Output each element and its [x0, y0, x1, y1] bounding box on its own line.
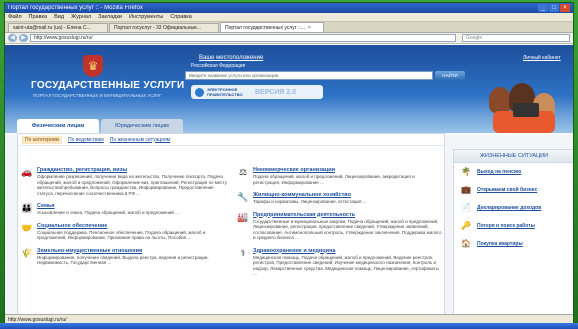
house-icon: 🏠 [461, 239, 471, 248]
service-description: Оформление разрешений, получение вида на… [37, 174, 228, 196]
scales-icon: ⚖ [238, 167, 248, 177]
menu-tools[interactable]: Инструменты [129, 14, 163, 20]
browser-tab-strip: saint-uta@mail.ru (ua) - Елена С... Порт… [5, 22, 573, 33]
minimize-button[interactable]: _ [538, 4, 548, 12]
service-item[interactable]: 👪 Семья Усыновление и опека, Подача обра… [21, 203, 227, 216]
life-situation-item[interactable]: 🏠 Покупка квартиры [454, 235, 573, 253]
service-item[interactable]: 🤝 Социальное обеспечение Социальная подд… [21, 223, 227, 241]
service-item[interactable]: ⚕ Здравоохранение и медицина Медицинская… [237, 248, 443, 277]
menu-bookmarks[interactable]: Закладки [98, 14, 122, 20]
family-photo [483, 81, 569, 137]
menu-file[interactable]: Файл [8, 14, 22, 20]
service-title[interactable]: Жилищно-коммунальное хозяйство [253, 192, 443, 198]
life-situation-label[interactable]: Потеря и поиск работы [477, 223, 535, 229]
handshake-icon: 🤝 [21, 222, 33, 233]
menu-edit[interactable]: Правка [29, 14, 48, 20]
car-icon: 🚗 [21, 167, 33, 177]
navigation-bar: ◀ ▶ http://www.gosuslugi.ru/ru/ Google [5, 33, 573, 44]
portal-title[interactable]: ГОСУДАРСТВЕННЫЕ УСЛУГИ [31, 80, 184, 91]
service-title[interactable]: Земельно-имущественные отношения [37, 248, 227, 254]
address-bar[interactable]: http://www.gosuslugi.ru/ru/ [30, 34, 456, 42]
service-item[interactable]: 🔧 Жилищно-коммунальное хозяйство Тарифы … [237, 192, 443, 205]
service-search-input[interactable]: Введите название услуги или организации [185, 71, 433, 80]
title-bar: Портал государственных услуг :: - Mozill… [5, 3, 573, 13]
personal-cabinet-link[interactable]: Личный кабинет [523, 55, 561, 61]
service-description: Подача обращений, жалоб и предложений, Л… [253, 174, 415, 185]
key-icon: 🔑 [461, 221, 471, 230]
egov-logo-icon [195, 87, 204, 97]
search-button[interactable]: НАЙТИ [435, 71, 465, 80]
family-icon: 👪 [21, 203, 33, 213]
close-button[interactable]: × [560, 4, 570, 12]
service-title[interactable]: Семья [37, 203, 227, 209]
coat-of-arms-icon: ♛ [83, 55, 103, 77]
location-value: Российская Федерация [191, 63, 246, 69]
service-title[interactable]: Здравоохранение и медицина [253, 248, 443, 254]
browser-tab-portal-forum[interactable]: Портал госуслуг - 33 Официальные... [109, 23, 219, 32]
services-left-column: 🚗 Гражданство, регистрация, визы Оформле… [21, 167, 227, 273]
wrench-icon: 🔧 [237, 192, 249, 202]
life-situation-label[interactable]: Покупка квартиры [477, 241, 523, 247]
tab-by-life-situation[interactable]: По жизненным ситуациям [110, 137, 170, 143]
medical-icon: ⚕ [240, 247, 246, 258]
service-description: Социальная поддержка, Пенсионное обеспеч… [37, 229, 206, 241]
menu-history[interactable]: Журнал [71, 14, 91, 20]
back-button[interactable]: ◀ [8, 34, 17, 42]
life-situation-item[interactable]: 🔑 Потеря и поиск работы [454, 217, 573, 235]
service-title[interactable]: Социальное обеспечение [37, 223, 227, 229]
service-item[interactable]: 🏭 Предпринимательская деятельность Госуд… [237, 212, 443, 241]
tab-by-category[interactable]: По категориям [22, 135, 62, 144]
portal-subtitle: ПОРТАЛ ГОСУДАРСТВЕННЫХ И МУНИЦИПАЛЬНЫХ У… [33, 93, 162, 98]
service-item[interactable]: ⚖ Некоммерческие организации Подача обра… [237, 167, 443, 185]
tab-by-department[interactable]: По ведомствам [68, 137, 104, 143]
service-description: Усыновление и опека, Подача обращений, ж… [37, 210, 179, 215]
life-situation-label[interactable]: Выход на пенсию [477, 169, 521, 175]
browser-window: Портал государственных услуг :: - Mozill… [4, 2, 574, 324]
factory-icon: 🏭 [237, 211, 249, 222]
tab-legal-entities[interactable]: Юридическим лицам [101, 119, 183, 133]
life-situations-header: ЖИЗНЕННЫЕ СИТУАЦИИ [454, 150, 573, 163]
egov-banner[interactable]: ЭЛЕКТРОННОЕ ПРАВИТЕЛЬСТВО ВЕРСИЯ 2.0 [191, 85, 323, 99]
service-title[interactable]: Гражданство, регистрация, визы [37, 167, 227, 173]
page-viewport: ♛ ГОСУДАРСТВЕННЫЕ УСЛУГИ ПОРТАЛ ГОСУДАРС… [5, 45, 573, 323]
service-description: Информирование, получение сведений, Выда… [37, 254, 209, 266]
service-description: Государственные и муниципальные закупки,… [253, 218, 442, 241]
land-icon: 🌾 [21, 247, 33, 258]
browser-tab-gosuslugi[interactable]: Портал государственных услуг ::... × [220, 22, 324, 32]
taskbar [0, 323, 578, 329]
forward-button[interactable]: ▶ [19, 34, 28, 42]
life-situation-label[interactable]: Декларирование доходов [477, 205, 541, 211]
browser-tab-mail[interactable]: saint-uta@mail.ru (ua) - Елена С... [8, 23, 108, 32]
egov-version: ВЕРСИЯ 2.0 [255, 88, 297, 96]
service-description: Медицинская помощь, Подача обращений, жа… [253, 254, 439, 277]
service-item[interactable]: 🌾 Земельно-имущественные отношения Инфор… [21, 248, 227, 266]
life-situation-label[interactable]: Открываем свой бизнес [477, 187, 537, 193]
services-right-column: ⚖ Некоммерческие организации Подача обра… [237, 167, 443, 284]
service-title[interactable]: Некоммерческие организации [253, 167, 443, 173]
document-icon: 📄 [461, 203, 471, 212]
briefcase-icon: 💼 [461, 185, 471, 194]
maximize-button[interactable]: □ [549, 4, 559, 12]
palm-tree-icon: 🌴 [461, 167, 471, 176]
window-title: Портал государственных услуг :: - Mozill… [8, 5, 143, 11]
location-link[interactable]: Ваше местоположение [199, 55, 263, 61]
close-tab-icon[interactable]: × [308, 25, 311, 31]
tab-individuals[interactable]: Физическим лицам [17, 119, 99, 133]
browser-search-input[interactable]: Google [462, 34, 570, 42]
service-item[interactable]: 🚗 Гражданство, регистрация, визы Оформле… [21, 167, 227, 196]
service-title[interactable]: Предпринимательская деятельность [253, 212, 443, 218]
egov-name: ЭЛЕКТРОННОЕ ПРАВИТЕЛЬСТВО [207, 87, 243, 97]
life-situations-panel: ЖИЗНЕННЫЕ СИТУАЦИИ 🌴 Выход на пенсию 💼 О… [453, 149, 573, 323]
menu-view[interactable]: Вид [54, 14, 64, 20]
life-situation-item[interactable]: 💼 Открываем свой бизнес [454, 181, 573, 199]
service-description: Тарифы и нормативы, Лицензирование, атте… [253, 199, 367, 204]
life-situation-item[interactable]: 🌴 Выход на пенсию [454, 163, 573, 181]
menu-bar: Файл Правка Вид Журнал Закладки Инструме… [5, 13, 573, 22]
menu-help[interactable]: Справка [170, 14, 192, 20]
audience-tabs: Физическим лицам Юридическим лицам [17, 119, 185, 133]
life-situation-item[interactable]: 📄 Декларирование доходов [454, 199, 573, 217]
grouping-tabs: По категориям По ведомствам По жизненным… [18, 134, 444, 146]
